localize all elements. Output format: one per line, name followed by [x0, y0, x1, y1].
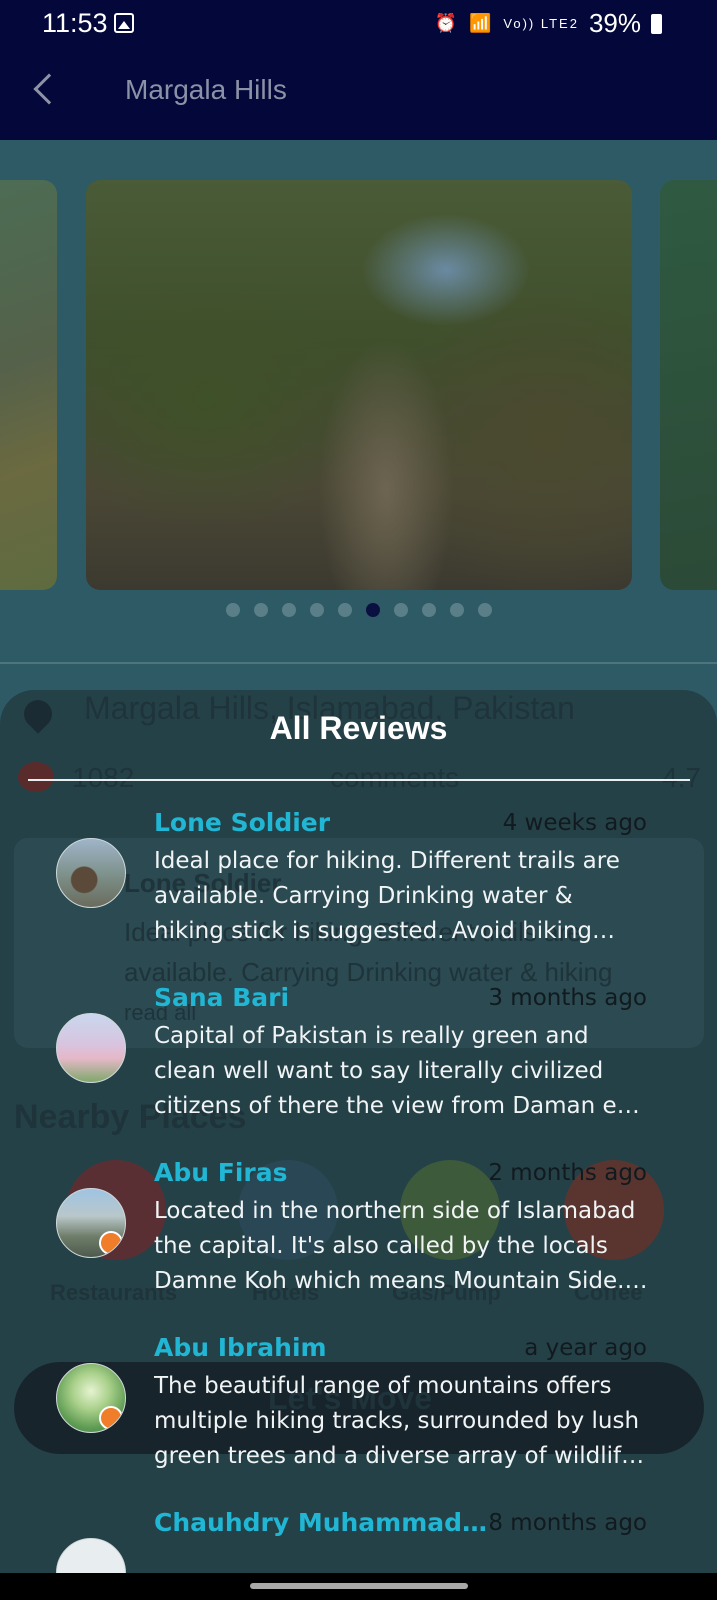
alarm-icon: ⏰: [434, 13, 459, 33]
avatar: [56, 1538, 126, 1573]
reviewer-name: Abu Firas: [154, 1158, 288, 1187]
avatar: [56, 1188, 126, 1258]
reviewer-name: Sana Bari: [154, 983, 290, 1012]
avatar: [56, 1013, 126, 1083]
gallery-dot[interactable]: [478, 603, 492, 617]
gallery-image-next[interactable]: [660, 180, 717, 590]
comments-label: comments: [330, 762, 460, 793]
review-item[interactable]: Abu Firas 2 months ago Located in the no…: [0, 1158, 717, 1328]
avatar: [56, 1363, 126, 1433]
reviews-bottom-sheet: Margala Hills, Islamabad, Pakistan 1082 …: [0, 690, 717, 1573]
review-time: a year ago: [524, 1335, 647, 1361]
review-text: Ideal place for hiking. Different trails…: [154, 848, 620, 944]
gallery-dot[interactable]: [450, 603, 464, 617]
local-guide-badge-icon: [99, 1231, 123, 1255]
battery-percent: 39%: [588, 8, 641, 38]
battery-icon: [651, 13, 662, 34]
divider: [0, 662, 717, 664]
review-time: 8 months ago: [488, 1510, 647, 1536]
gallery-dot[interactable]: [422, 603, 436, 617]
sheet-title: All Reviews: [269, 710, 448, 746]
review-text: Capital of Pakistan is really green and …: [154, 1023, 617, 1119]
reviewer-name: Abu Ibrahim: [154, 1333, 327, 1362]
gallery-dots: [226, 603, 492, 617]
gallery-dot[interactable]: [282, 603, 296, 617]
review-time: 2 months ago: [488, 1160, 647, 1186]
gallery-notification-icon: [114, 13, 134, 33]
gallery-image-previous[interactable]: [0, 180, 57, 590]
review-item[interactable]: Abu Ibrahim a year ago The beautiful ran…: [0, 1333, 717, 1503]
network-label: Vo)) LTE2: [503, 16, 579, 31]
gallery-dot[interactable]: [226, 603, 240, 617]
review-item[interactable]: Sana Bari 3 months ago Capital of Pakist…: [0, 983, 717, 1153]
status-icons: ⏰ 📶 Vo)) LTE2 39%: [435, 8, 662, 39]
review-text: The beautiful range of mountains offers …: [154, 1373, 643, 1469]
back-arrow-icon[interactable]: [33, 73, 65, 105]
review-item[interactable]: Chauhdry Muhammad T... 8 months ago: [0, 1508, 717, 1573]
review-time: 3 months ago: [488, 985, 647, 1011]
review-text: Located in the northern side of Islamaba…: [154, 1198, 636, 1294]
page-title: Margala Hills: [125, 74, 287, 105]
home-gesture-handle[interactable]: [250, 1583, 468, 1589]
gallery-dot-active[interactable]: [366, 603, 380, 617]
reviewer-name: Lone Soldier: [154, 808, 331, 837]
gallery-dot[interactable]: [394, 603, 408, 617]
sheet-divider: [28, 779, 690, 781]
avatar: [56, 838, 126, 908]
app-bar: 11:53 ⏰ 📶 Vo)) LTE2 39% Margala Hills: [0, 0, 717, 140]
gallery-image-current[interactable]: [86, 180, 632, 590]
review-item[interactable]: Lone Soldier 4 weeks ago Ideal place for…: [0, 808, 717, 978]
status-time: 11:53: [42, 8, 108, 38]
gallery-dot[interactable]: [338, 603, 352, 617]
review-time: 4 weeks ago: [502, 810, 647, 836]
heart-icon: [18, 762, 54, 792]
gallery-dot[interactable]: [310, 603, 324, 617]
local-guide-badge-icon: [99, 1406, 123, 1430]
gallery-dot[interactable]: [254, 603, 268, 617]
wifi-icon: 📶: [468, 13, 494, 33]
system-nav-bar: [0, 1573, 717, 1600]
rating-value: 4.7: [662, 762, 701, 793]
reviewer-name: Chauhdry Muhammad T...: [154, 1508, 492, 1537]
likes-count: 1082: [72, 762, 135, 793]
